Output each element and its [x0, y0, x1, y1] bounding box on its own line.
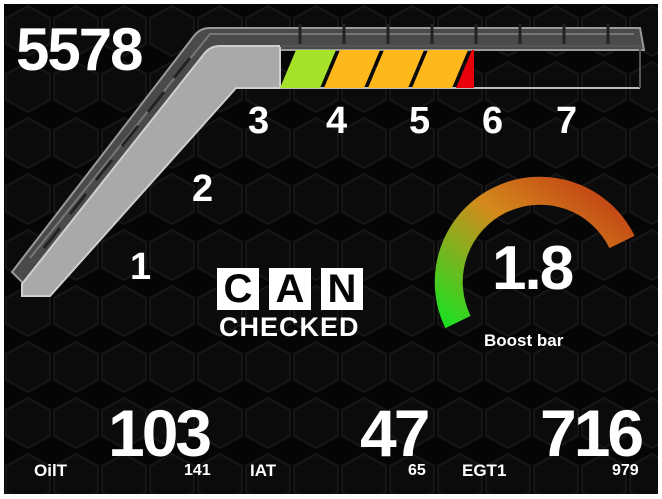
rpm-value: 5578 [16, 16, 143, 83]
iat-sub-value: 65 [408, 462, 426, 479]
gear-label-7: 7 [556, 100, 578, 142]
gear-label-3: 3 [248, 100, 270, 142]
dash-screen: 5578 1 2 3 4 5 6 7 C A N CHECKED 1.8 Boo… [0, 0, 662, 499]
gear-label-6: 6 [482, 100, 504, 142]
logo-tagline: CHECKED [219, 312, 360, 342]
dash-panel: 5578 1 2 3 4 5 6 7 C A N CHECKED 1.8 Boo… [4, 4, 658, 494]
gear-label-2: 2 [192, 168, 214, 210]
egt1-label: EGT1 [462, 461, 507, 480]
gear-label-4: 4 [326, 100, 348, 142]
oilt-sub-value: 141 [184, 462, 211, 479]
gear-label-5: 5 [409, 100, 431, 142]
oilt-label: OilT [34, 461, 68, 480]
logo-letter-n: N [321, 268, 363, 310]
egt1-sub-value: 979 [612, 462, 639, 479]
gear-label-1: 1 [130, 246, 152, 288]
iat-label: IAT [250, 461, 277, 480]
can-checked-logo: C A N CHECKED [217, 268, 377, 348]
boost-label: Boost bar [484, 331, 564, 350]
logo-letter-c: C [217, 268, 259, 310]
logo-letter-a: A [269, 268, 311, 310]
oilt-value: 103 [108, 396, 212, 470]
iat-value: 47 [360, 396, 430, 470]
boost-value: 1.8 [492, 234, 574, 303]
egt1-value: 716 [540, 396, 644, 470]
